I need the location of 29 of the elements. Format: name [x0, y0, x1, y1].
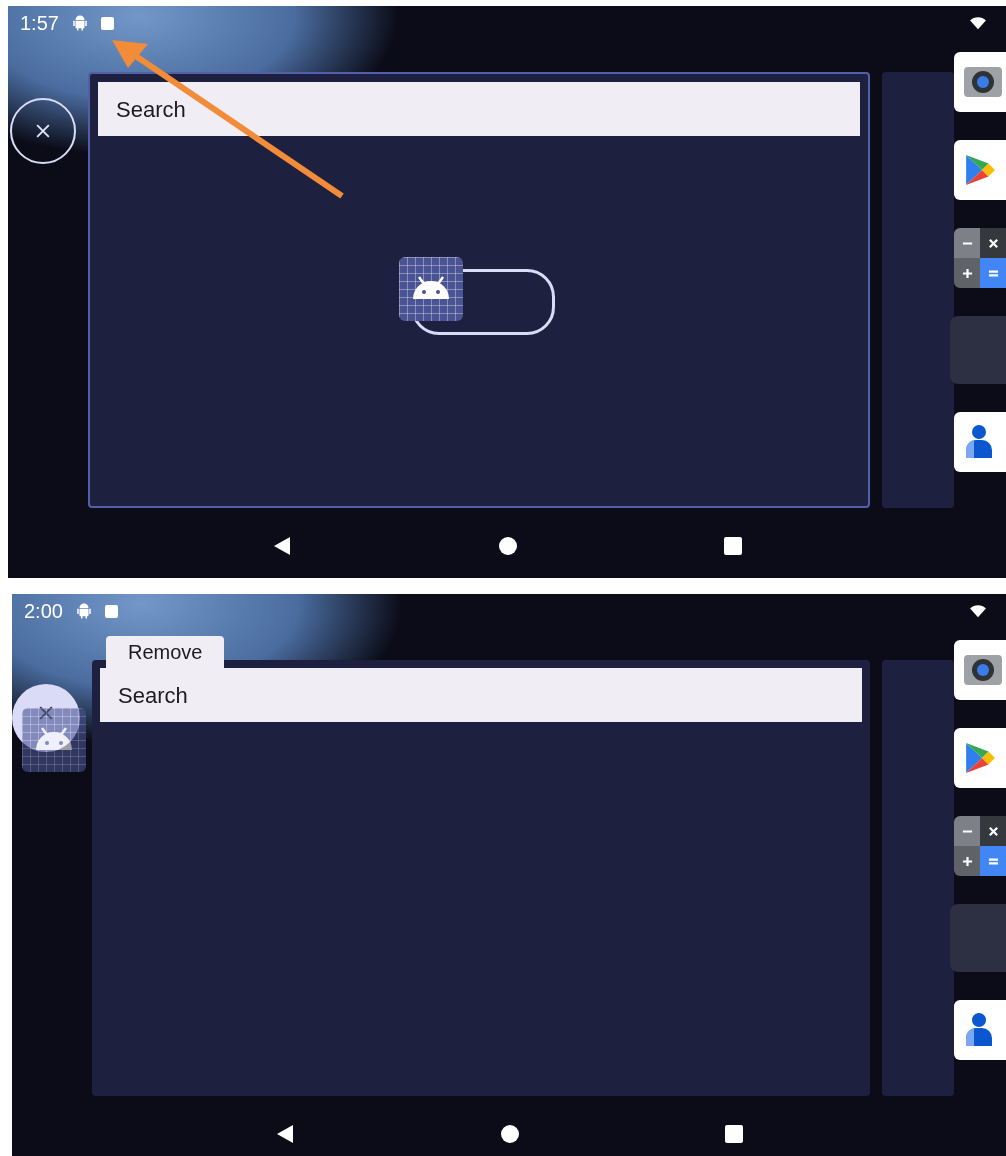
close-button[interactable] — [10, 98, 76, 164]
android-icon — [74, 602, 93, 620]
back-icon[interactable] — [275, 1124, 295, 1144]
person-app-icon[interactable] — [954, 412, 1006, 472]
plus-icon — [961, 267, 973, 279]
wifi-icon — [968, 604, 988, 618]
app-tile-icon[interactable] — [399, 257, 463, 321]
status-time: 2:00 — [24, 601, 63, 621]
multiply-icon — [987, 237, 999, 249]
close-icon — [39, 706, 53, 720]
wifi-icon — [968, 16, 988, 30]
close-icon — [36, 124, 50, 138]
search-bar[interactable]: Search — [98, 82, 860, 136]
person-app-icon[interactable] — [954, 1000, 1006, 1060]
plus-icon — [961, 855, 973, 867]
camera-app-icon[interactable] — [954, 52, 1006, 112]
remove-target-button[interactable] — [12, 684, 80, 752]
home-button[interactable] — [501, 1125, 519, 1143]
camera-app-icon[interactable] — [954, 640, 1006, 700]
search-bar[interactable]: Search — [100, 668, 862, 722]
remove-label[interactable]: Remove — [106, 636, 225, 668]
multiply-icon — [987, 825, 999, 837]
home-button[interactable] — [499, 537, 517, 555]
calculator-app-icon[interactable] — [954, 228, 1006, 288]
calculator-app-icon[interactable] — [954, 816, 1006, 876]
recents-button[interactable] — [724, 537, 743, 555]
android-icon — [70, 14, 89, 32]
status-time: 1:57 — [20, 13, 59, 33]
app-tile-icon[interactable] — [22, 708, 86, 772]
